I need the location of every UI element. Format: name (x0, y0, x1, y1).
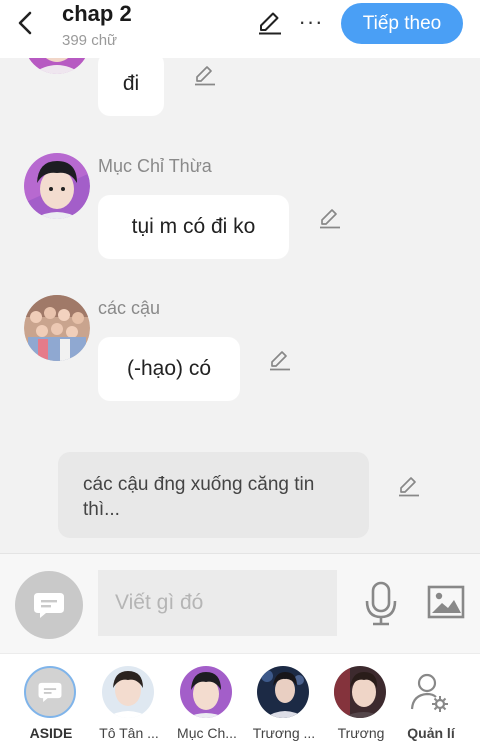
back-arrow-icon[interactable] (10, 8, 40, 38)
message-avatar[interactable] (24, 153, 90, 219)
image-icon[interactable] (427, 585, 465, 619)
character-name: Tô Tân ... (99, 725, 159, 741)
edit-message-icon[interactable] (268, 349, 294, 373)
message-avatar[interactable] (24, 58, 90, 74)
character-avatar (257, 666, 309, 718)
character-name: Trương ... (252, 725, 316, 741)
edit-message-icon[interactable] (193, 64, 219, 88)
manage-user-icon (404, 666, 456, 718)
word-count: 399 chữ (62, 32, 118, 49)
character-item[interactable]: Tô Tân ... (90, 654, 170, 743)
character-item[interactable]: Trương (322, 654, 402, 743)
chapter-title: chap 2 (62, 1, 132, 26)
manage-characters-button[interactable]: Quản lí (392, 654, 472, 743)
message-bubble[interactable]: (-hạo) có (98, 337, 240, 401)
character-name: Quản lí (407, 725, 455, 741)
character-avatar (334, 666, 386, 718)
chat-bubble-icon (34, 593, 64, 618)
more-options-icon[interactable]: ··· (296, 8, 326, 36)
edit-narration-icon[interactable] (397, 475, 423, 499)
microphone-icon[interactable] (363, 581, 399, 627)
speaker-name: Mục Chỉ Thừa (98, 156, 212, 176)
character-name: ASIDE (29, 725, 73, 741)
character-avatar (102, 666, 154, 718)
message-input[interactable]: Viết gì đó (98, 570, 337, 636)
message-avatar[interactable] (24, 295, 90, 361)
edit-title-icon[interactable] (256, 10, 284, 36)
character-avatar (180, 666, 232, 718)
aside-mode-button[interactable] (15, 571, 83, 639)
chat-area: đi Mục Chỉ Thừa tụi m có đi ko các cậu (… (0, 58, 480, 553)
message-bubble[interactable]: tụi m có đi ko (98, 195, 289, 259)
edit-message-icon[interactable] (318, 207, 344, 231)
character-bar: ASIDE Tô Tân ... Mục Ch... Trương ... Tr… (0, 653, 480, 743)
character-item[interactable]: Trương ... (245, 654, 325, 743)
next-button[interactable]: Tiếp theo (341, 3, 463, 44)
narration-bubble[interactable]: các cậu đng xuống căng tin thì... (58, 452, 369, 538)
message-bubble[interactable]: đi (98, 58, 164, 116)
character-name: Mục Ch... (177, 725, 237, 741)
character-aside[interactable]: ASIDE (12, 654, 92, 743)
top-bar: chap 2 399 chữ ··· Tiếp theo (0, 0, 480, 58)
chat-bubble-icon (24, 666, 76, 718)
speaker-name: các cậu (98, 298, 161, 318)
composer-bar: Viết gì đó (0, 553, 480, 653)
character-item[interactable]: Mục Ch... (168, 654, 248, 743)
character-name: Trương (337, 725, 385, 741)
